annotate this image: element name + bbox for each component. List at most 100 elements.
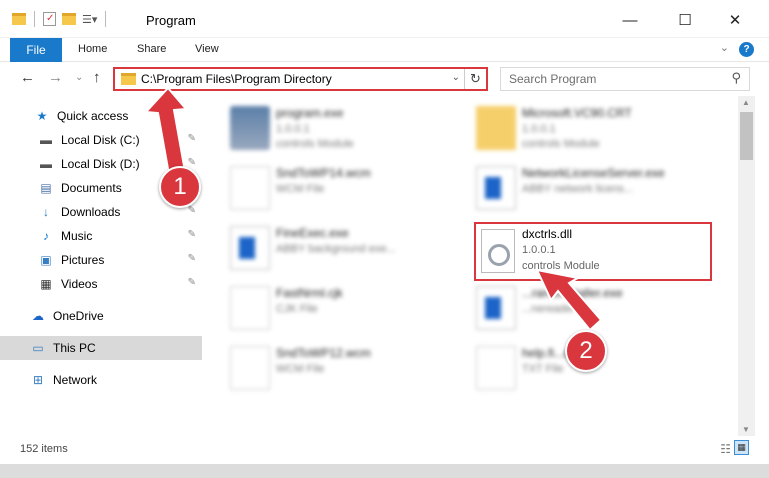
- sidebar-item-label: Videos: [61, 277, 98, 291]
- maximize-button[interactable]: ☐: [665, 6, 705, 34]
- scroll-down-icon[interactable]: ▼: [742, 425, 750, 434]
- folder-icon: [12, 13, 26, 25]
- pin-icon[interactable]: ✎: [188, 157, 196, 168]
- sidebar-item-quick-access[interactable]: ★ Quick access: [0, 104, 202, 128]
- toolbar-divider: [105, 11, 107, 27]
- sidebar-item-network[interactable]: ⊞ Network: [0, 368, 202, 392]
- download-icon: ↓: [43, 205, 49, 219]
- file-type: CJK File: [276, 303, 318, 315]
- list-item[interactable]: FineExec.exe ABBY background exe...: [204, 222, 454, 274]
- application-icon: [476, 286, 516, 330]
- file-name: NetworkLicenseServer.exe: [522, 166, 665, 180]
- file-name: ...ramsInstaller.exe: [522, 286, 623, 300]
- list-item[interactable]: SndToWP14.wcm WCM File: [204, 162, 454, 214]
- sidebar-item-label: Network: [53, 373, 98, 387]
- callout-1: 1: [159, 166, 201, 208]
- application-icon: [230, 226, 270, 270]
- scrollbar-thumb[interactable]: [740, 112, 753, 160]
- ribbon-tabs: File Home Share View ⌄ ?: [0, 38, 769, 62]
- refresh-button[interactable]: ↻: [464, 69, 486, 89]
- search-box[interactable]: Search Program ⚲: [500, 67, 750, 91]
- window-frame: [0, 464, 769, 478]
- search-icon: ⚲: [731, 70, 741, 85]
- file-name: Microsoft.VC90.CRT: [522, 106, 632, 120]
- sidebar-item-label: Local Disk (C:): [61, 133, 140, 147]
- document-icon: [476, 346, 516, 390]
- pin-icon[interactable]: ✎: [188, 133, 196, 144]
- file-version: 1.0.0.1: [276, 123, 310, 135]
- sidebar-item-music[interactable]: ♪ Music ✎: [0, 224, 202, 248]
- search-input[interactable]: Search Program: [509, 72, 596, 86]
- tab-home[interactable]: Home: [78, 43, 107, 55]
- sidebar-item-videos[interactable]: ▦ Videos ✎: [0, 272, 202, 296]
- file-name: SndToWP14.wcm: [276, 166, 371, 180]
- file-name: FastNrml.cjk: [276, 286, 343, 300]
- forward-button[interactable]: →: [48, 69, 63, 86]
- file-version: 1.0.0.1: [522, 123, 556, 135]
- sidebar-item-label: Downloads: [61, 205, 121, 219]
- drive-icon: ▬: [40, 157, 52, 171]
- pin-icon[interactable]: ✎: [188, 205, 196, 216]
- list-item[interactable]: ...ramsInstaller.exe ...nereader tri...: [450, 282, 700, 334]
- folder-icon: [121, 73, 136, 85]
- sidebar-item-onedrive[interactable]: ☁ OneDrive: [0, 304, 202, 328]
- customize-toolbar-icon[interactable]: ☰▾: [82, 13, 97, 26]
- sidebar-item-this-pc[interactable]: ▭ This PC: [0, 336, 202, 360]
- file-type: WCM File: [276, 183, 325, 195]
- application-icon: [476, 166, 516, 210]
- help-icon[interactable]: ?: [739, 42, 754, 57]
- folder-icon: [476, 106, 516, 150]
- details-view-icon[interactable]: ☷: [720, 442, 731, 456]
- file-type: ABBY network licens...: [522, 183, 634, 195]
- list-item[interactable]: program.exe 1.0.0.1 controls Module: [204, 102, 454, 154]
- file-description: controls Module: [522, 138, 600, 150]
- file-type: WCM File: [276, 363, 325, 375]
- chevron-down-icon[interactable]: ⌄: [452, 72, 460, 83]
- minimize-button[interactable]: —: [610, 6, 650, 34]
- drive-icon: ▬: [40, 133, 52, 147]
- sidebar-item-label: Local Disk (D:): [61, 157, 140, 171]
- file-type: ...nereader tri...: [522, 303, 597, 315]
- file-name: program.exe: [276, 106, 344, 120]
- back-button[interactable]: ←: [20, 69, 35, 86]
- file-type: ABBY background exe...: [276, 243, 396, 255]
- file-name: FineExec.exe: [276, 226, 349, 240]
- tab-view[interactable]: View: [195, 43, 219, 55]
- recent-locations-button[interactable]: ⌄: [75, 72, 83, 83]
- toolbar-divider: [34, 11, 35, 27]
- properties-icon[interactable]: ✓: [43, 12, 56, 26]
- vertical-scrollbar[interactable]: ▲ ▼: [738, 96, 755, 436]
- navigation-pane: ★ Quick access ▬ Local Disk (C:) ✎ ▬ Loc…: [0, 96, 202, 436]
- sidebar-item-pictures[interactable]: ▣ Pictures ✎: [0, 248, 202, 272]
- computer-icon: ▭: [32, 341, 44, 355]
- sidebar-item-label: Music: [61, 229, 93, 243]
- pin-icon[interactable]: ✎: [188, 277, 196, 288]
- scroll-up-icon[interactable]: ▲: [742, 98, 750, 107]
- pin-icon[interactable]: ✎: [188, 229, 196, 240]
- navigation-bar: ← → ⌄ ↑ C:\Program Files\Program Directo…: [0, 62, 769, 96]
- close-button[interactable]: ✕: [715, 6, 755, 34]
- file-description: controls Module: [276, 138, 354, 150]
- document-icon: [230, 286, 270, 330]
- star-icon: ★: [36, 109, 48, 123]
- exe-file-icon: [230, 106, 270, 150]
- large-icons-view-icon[interactable]: ▦: [734, 440, 749, 455]
- tab-share[interactable]: Share: [137, 43, 166, 55]
- address-bar[interactable]: C:\Program Files\Program Directory ⌄ ↻: [113, 67, 488, 91]
- file-name: SndToWP12.wcm: [276, 346, 371, 360]
- list-item[interactable]: SndToWP12.wcm WCM File: [204, 342, 454, 394]
- new-folder-icon[interactable]: [62, 13, 76, 25]
- list-item[interactable]: Microsoft.VC90.CRT 1.0.0.1 controls Modu…: [450, 102, 700, 154]
- documents-icon: ▤: [40, 181, 52, 195]
- tab-file[interactable]: File: [10, 38, 62, 62]
- sidebar-item-label: This PC: [53, 341, 96, 355]
- network-icon: ⊞: [32, 373, 44, 387]
- title-bar: ✓ ☰▾ Program — ☐ ✕: [0, 0, 769, 38]
- address-path[interactable]: C:\Program Files\Program Directory: [141, 72, 332, 86]
- sidebar-item-local-disk-c[interactable]: ▬ Local Disk (C:) ✎: [0, 128, 202, 152]
- pin-icon[interactable]: ✎: [188, 253, 196, 264]
- list-item[interactable]: NetworkLicenseServer.exe ABBY network li…: [450, 162, 700, 214]
- up-button[interactable]: ↑: [93, 69, 101, 86]
- list-item[interactable]: FastNrml.cjk CJK File: [204, 282, 454, 334]
- expand-ribbon-icon[interactable]: ⌄: [720, 41, 729, 54]
